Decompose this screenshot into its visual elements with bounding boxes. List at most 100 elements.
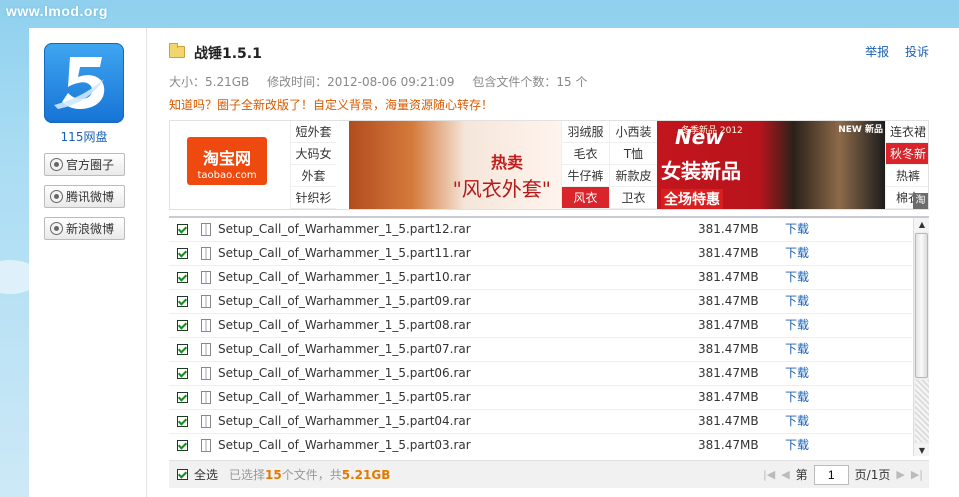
ad-category[interactable]: 连衣裙 [885, 121, 928, 143]
taobao-logo[interactable]: 淘宝网 taobao.com [187, 137, 267, 185]
download-link[interactable]: 下载 [785, 266, 809, 289]
scroll-up-icon[interactable]: ▲ [914, 218, 929, 232]
ad-main-text: 女装新品 [661, 159, 741, 183]
file-checkbox[interactable] [177, 344, 188, 355]
file-name[interactable]: Setup_Call_of_Warhammer_1_5.part03.rar [218, 434, 471, 456]
file-name[interactable]: Setup_Call_of_Warhammer_1_5.part12.rar [218, 218, 471, 241]
file-meta: 大小：5.21GB 修改时间：2012-08-06 09:21:09 包含文件个… [169, 73, 601, 90]
file-row[interactable]: Setup_Call_of_Warhammer_1_5.part06.rar 38… [169, 362, 912, 386]
file-checkbox[interactable] [177, 248, 188, 259]
archive-file-icon [201, 319, 211, 332]
ad-category[interactable]: 短外套 [290, 121, 336, 143]
download-link[interactable]: 下载 [785, 362, 809, 385]
ad-category[interactable]: 毛衣 [561, 143, 609, 165]
list-footer: 全选 已选择15个文件，共5.21GB |◀ ◀ 第 页/1页 ▶ ▶| [169, 460, 929, 488]
file-name[interactable]: Setup_Call_of_Warhammer_1_5.part05.rar [218, 386, 471, 409]
file-checkbox[interactable] [177, 416, 188, 427]
official-circle-button[interactable]: 官方圈子 [44, 153, 125, 176]
file-checkbox[interactable] [177, 440, 188, 451]
page-number-input[interactable] [813, 465, 849, 485]
ad-category[interactable]: 针织衫 [290, 187, 336, 209]
file-name[interactable]: Setup_Call_of_Warhammer_1_5.part04.rar [218, 410, 471, 433]
trench-coat-ad-image[interactable]: 热卖 "风衣外套" [349, 121, 561, 209]
file-name[interactable]: Setup_Call_of_Warhammer_1_5.part09.rar [218, 290, 471, 313]
product-name[interactable]: 115网盘 [29, 128, 139, 145]
circle-icon [50, 158, 63, 171]
file-row[interactable]: Setup_Call_of_Warhammer_1_5.part11.rar 38… [169, 242, 912, 266]
ad-category[interactable]: 大码女 [290, 143, 336, 165]
download-link[interactable]: 下载 [785, 314, 809, 337]
ad-category[interactable]: 小西装 [609, 121, 657, 143]
ad-category[interactable]: 卫衣 [609, 187, 657, 209]
selected-size: 5.21GB [341, 468, 391, 482]
ad-category[interactable]: T恤 [609, 143, 657, 165]
file-size: 381.47MB [698, 342, 759, 356]
file-name[interactable]: Setup_Call_of_Warhammer_1_5.part06.rar [218, 362, 471, 385]
next-page-icon[interactable]: ▶ [896, 461, 904, 489]
ad-category[interactable]: 秋冬新 [885, 143, 928, 165]
download-link[interactable]: 下载 [785, 338, 809, 361]
sina-weibo-button[interactable]: 新浪微博 [44, 217, 125, 240]
file-row[interactable]: Setup_Call_of_Warhammer_1_5.part08.rar 38… [169, 314, 912, 338]
file-row[interactable]: Setup_Call_of_Warhammer_1_5.part04.rar 38… [169, 410, 912, 434]
file-checkbox[interactable] [177, 272, 188, 283]
file-checkbox[interactable] [177, 296, 188, 307]
taobao-ad-banner[interactable]: 淘宝网 taobao.com 短外套 大码女 外套 针织衫 热卖 "风衣外套" … [169, 120, 929, 210]
scroll-track[interactable] [915, 380, 929, 442]
complain-link[interactable]: 投诉 [905, 45, 929, 59]
file-checkbox[interactable] [177, 368, 188, 379]
last-page-icon[interactable]: ▶| [911, 461, 923, 489]
download-link[interactable]: 下载 [785, 410, 809, 433]
select-all-label[interactable]: 全选 [194, 461, 218, 489]
notice-link[interactable]: 知道吗？圈子全新改版了！自定义背景，海量资源随心转存！ [169, 96, 493, 113]
folder-icon [169, 43, 185, 58]
file-row[interactable]: Setup_Call_of_Warhammer_1_5.part09.rar 38… [169, 290, 912, 314]
ad-category[interactable]: 外套 [290, 165, 336, 187]
ad-category[interactable]: 牛仔裤 [561, 165, 609, 187]
file-name[interactable]: Setup_Call_of_Warhammer_1_5.part11.rar [218, 242, 471, 265]
site-watermark: www.lmod.org [6, 3, 108, 19]
prev-page-icon[interactable]: ◀ [781, 461, 789, 489]
file-checkbox[interactable] [177, 392, 188, 403]
taobao-tag[interactable]: 淘 [913, 193, 928, 209]
tencent-weibo-button[interactable]: 腾讯微博 [44, 185, 125, 208]
file-row[interactable]: Setup_Call_of_Warhammer_1_5.part05.rar 38… [169, 386, 912, 410]
file-name[interactable]: Setup_Call_of_Warhammer_1_5.part10.rar [218, 266, 471, 289]
modified-time: 修改时间：2012-08-06 09:21:09 [267, 75, 455, 89]
file-row[interactable]: Setup_Call_of_Warhammer_1_5.part10.rar 38… [169, 266, 912, 290]
womens-new-arrivals-ad-image[interactable]: 冬季新品 2012 New 女装新品 全场特惠 NEW 新品 [657, 121, 885, 209]
download-link[interactable]: 下载 [785, 434, 809, 456]
ad-new-text: New [675, 125, 724, 149]
sina-weibo-label: 新浪微博 [66, 222, 115, 236]
pagination: |◀ ◀ 第 页/1页 ▶ ▶| [763, 461, 923, 489]
ad-category[interactable]: 新款皮 [609, 165, 657, 187]
archive-file-icon [201, 223, 211, 236]
ad-sub-text: 全场特惠 [661, 189, 723, 209]
file-size: 381.47MB [698, 222, 759, 236]
file-row[interactable]: Setup_Call_of_Warhammer_1_5.part12.rar 38… [169, 218, 912, 242]
file-row[interactable]: Setup_Call_of_Warhammer_1_5.part07.rar 38… [169, 338, 912, 362]
file-checkbox[interactable] [177, 224, 188, 235]
file-name[interactable]: Setup_Call_of_Warhammer_1_5.part07.rar [218, 338, 471, 361]
ad-category[interactable]: 风衣 [561, 187, 609, 209]
first-page-icon[interactable]: |◀ [763, 461, 775, 489]
file-list-scrollbar[interactable]: ▲ ▼ [913, 218, 929, 456]
scroll-thumb[interactable] [915, 233, 928, 378]
selected-count: 15 [265, 468, 282, 482]
file-row[interactable]: Setup_Call_of_Warhammer_1_5.part03.rar 38… [169, 434, 912, 456]
select-all-checkbox[interactable] [177, 469, 188, 480]
archive-file-icon [201, 271, 211, 284]
file-name[interactable]: Setup_Call_of_Warhammer_1_5.part08.rar [218, 314, 471, 337]
report-link[interactable]: 举报 [865, 45, 889, 59]
ad-category[interactable]: 热裤 [885, 165, 928, 187]
download-link[interactable]: 下载 [785, 218, 809, 241]
download-link[interactable]: 下载 [785, 242, 809, 265]
share-page: 115网盘 官方圈子 腾讯微博 新浪微博 战锤1.5.1 举报 投诉 大小：5.… [29, 28, 959, 497]
file-checkbox[interactable] [177, 320, 188, 331]
scroll-down-icon[interactable]: ▼ [914, 444, 929, 456]
download-link[interactable]: 下载 [785, 290, 809, 313]
ad-category[interactable]: 羽绒服 [561, 121, 609, 143]
download-link[interactable]: 下载 [785, 386, 809, 409]
product-logo-icon[interactable] [44, 43, 124, 123]
total-size: 大小：5.21GB [169, 75, 250, 89]
